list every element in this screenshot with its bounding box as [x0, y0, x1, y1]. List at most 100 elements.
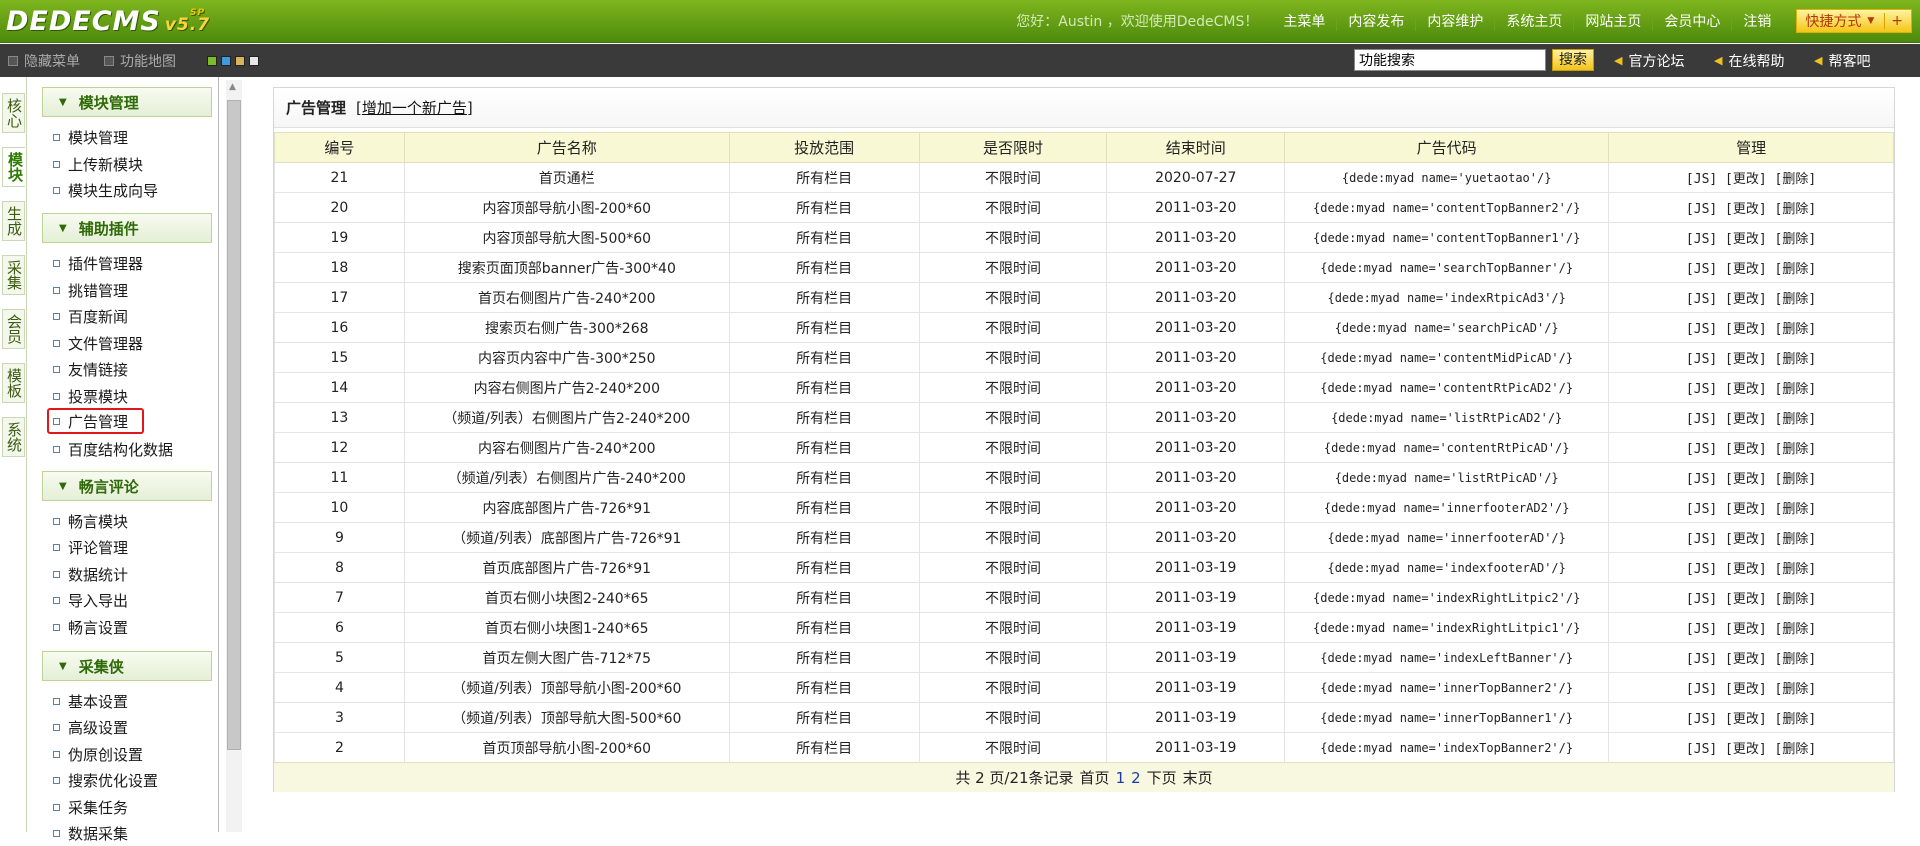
- sidebar-item[interactable]: 采集任务: [49, 794, 128, 820]
- cell-manage[interactable]: [JS] [更改] [删除]: [1608, 522, 1894, 553]
- col-header-scope: 投放范围: [728, 132, 920, 163]
- sidebar-group-plugins[interactable]: ▼ 辅助插件: [42, 213, 212, 243]
- sidebar-item[interactable]: 百度结构化数据: [49, 436, 173, 462]
- cell-manage[interactable]: [JS] [更改] [删除]: [1608, 582, 1894, 613]
- cell-manage[interactable]: [JS] [更改] [删除]: [1608, 192, 1894, 223]
- cell-manage[interactable]: [JS] [更改] [删除]: [1608, 402, 1894, 433]
- sidebar-item[interactable]: 搜索优化设置: [49, 767, 158, 793]
- sidebar-item[interactable]: 文件管理器: [49, 330, 143, 356]
- skin-swatch-blue[interactable]: [221, 56, 231, 66]
- sidebar-item[interactable]: 数据统计: [49, 561, 128, 587]
- tab-system[interactable]: 系统: [2, 417, 25, 457]
- helper-bar-link[interactable]: ◀ 帮客吧: [1814, 44, 1870, 77]
- bullet-icon: [53, 723, 60, 731]
- sidebar-item[interactable]: 插件管理器: [49, 250, 143, 276]
- sidebar-group-module-manage[interactable]: ▼ 模块管理: [42, 87, 212, 117]
- scrollbar-thumb[interactable]: [227, 100, 241, 750]
- chevron-down-icon: ▼: [59, 222, 67, 234]
- cell-manage[interactable]: [JS] [更改] [删除]: [1608, 312, 1894, 343]
- cell-end-time: 2011-03-20: [1106, 252, 1286, 283]
- function-search-input[interactable]: [1354, 49, 1546, 71]
- cell-manage[interactable]: [JS] [更改] [删除]: [1608, 492, 1894, 523]
- cell-manage[interactable]: [JS] [更改] [删除]: [1608, 642, 1894, 673]
- sidebar-item[interactable]: 投票模块: [49, 383, 128, 409]
- cell-manage[interactable]: [JS] [更改] [删除]: [1608, 552, 1894, 583]
- sidebar-item[interactable]: 友情链接: [49, 356, 128, 382]
- cell-manage[interactable]: [JS] [更改] [删除]: [1608, 462, 1894, 493]
- logo-text: DEDECMS: [6, 6, 161, 37]
- cell-name: 首页底部图片广告-726*91: [403, 552, 730, 583]
- nav-content-maintain[interactable]: 内容维护: [1415, 11, 1494, 31]
- nav-system-home[interactable]: 系统主页: [1494, 11, 1573, 31]
- sidebar-item[interactable]: 挑错管理: [49, 277, 128, 303]
- cell-name: （频道/列表）顶部导航小图-200*60: [403, 672, 730, 703]
- pager-page-1[interactable]: 1: [1116, 769, 1126, 787]
- official-forum-link[interactable]: ◀ 官方论坛: [1614, 44, 1684, 77]
- nav-main-menu[interactable]: 主菜单: [1272, 11, 1336, 31]
- cell-manage[interactable]: [JS] [更改] [删除]: [1608, 342, 1894, 373]
- cell-id: 12: [274, 432, 405, 463]
- add-shortcut-button[interactable]: +: [1884, 13, 1903, 29]
- cell-manage[interactable]: [JS] [更改] [删除]: [1608, 162, 1894, 193]
- skin-swatch-tan[interactable]: [235, 56, 245, 66]
- skin-swatch-green[interactable]: [207, 56, 217, 66]
- tab-collect[interactable]: 采集: [2, 255, 25, 295]
- scroll-up-icon[interactable]: ▲: [229, 82, 236, 92]
- sidebar-item-label: 百度结构化数据: [68, 440, 174, 459]
- sidebar-item[interactable]: 畅言模块: [49, 508, 128, 534]
- sidebar-scrollbar[interactable]: ▲: [226, 80, 242, 832]
- cell-id: 5: [274, 642, 405, 673]
- hide-menu-button[interactable]: 隐藏菜单: [8, 44, 80, 77]
- nav-content-publish[interactable]: 内容发布: [1336, 11, 1415, 31]
- bullet-icon: [53, 160, 60, 168]
- sidebar-item[interactable]: 高级设置: [49, 714, 128, 740]
- tab-member[interactable]: 会员: [2, 309, 25, 349]
- cell-manage[interactable]: [JS] [更改] [删除]: [1608, 672, 1894, 703]
- shortcut-dropdown[interactable]: 快捷方式 ▼ +: [1796, 9, 1912, 33]
- cell-manage[interactable]: [JS] [更改] [删除]: [1608, 732, 1894, 763]
- sidebar-item[interactable]: 模块生成向导: [49, 177, 158, 203]
- sidebar-group-changyan[interactable]: ▼ 畅言评论: [42, 471, 212, 501]
- search-button[interactable]: 搜索: [1552, 49, 1594, 71]
- skin-swatch-gray[interactable]: [249, 56, 259, 66]
- sidebar-item[interactable]: 导入导出: [49, 587, 128, 613]
- sidebar-item[interactable]: 数据采集: [49, 820, 128, 846]
- cell-manage[interactable]: [JS] [更改] [删除]: [1608, 612, 1894, 643]
- nav-member-center[interactable]: 会员中心: [1652, 11, 1731, 31]
- cell-manage[interactable]: [JS] [更改] [删除]: [1608, 372, 1894, 403]
- cell-manage[interactable]: [JS] [更改] [删除]: [1608, 282, 1894, 313]
- pager-first[interactable]: 首页: [1080, 767, 1110, 788]
- tab-module[interactable]: 模块: [2, 147, 25, 187]
- bullet-icon: [53, 286, 60, 294]
- sidebar-item-label: 广告管理: [68, 412, 129, 431]
- online-help-label: 在线帮助: [1728, 53, 1785, 70]
- cell-manage[interactable]: [JS] [更改] [删除]: [1608, 252, 1894, 283]
- tab-generate[interactable]: 生成: [2, 201, 25, 241]
- cell-manage[interactable]: [JS] [更改] [删除]: [1608, 432, 1894, 463]
- pager-next[interactable]: 下页: [1147, 767, 1177, 788]
- sidebar-item[interactable]: 评论管理: [49, 534, 128, 560]
- sidebar-item[interactable]: 上传新模块: [49, 151, 143, 177]
- sidebar-item-ad-manage[interactable]: 广告管理: [47, 408, 145, 434]
- sidebar-item[interactable]: 畅言设置: [49, 614, 128, 640]
- add-ad-link[interactable]: 增加一个新广告: [362, 99, 467, 117]
- toolbar: 隐藏菜单 功能地图 搜索 ◀ 官方论坛 ◀ 在线帮助 ◀ 帮客吧: [0, 44, 1920, 77]
- cell-manage[interactable]: [JS] [更改] [删除]: [1608, 222, 1894, 253]
- nav-logout[interactable]: 注销: [1731, 11, 1782, 31]
- sidebar-item[interactable]: 基本设置: [49, 688, 128, 714]
- nav-site-home[interactable]: 网站主页: [1573, 11, 1652, 31]
- pager-last[interactable]: 末页: [1183, 767, 1213, 788]
- tab-core[interactable]: 核心: [2, 93, 25, 133]
- sidebar-item[interactable]: 百度新闻: [49, 303, 128, 329]
- cell-manage[interactable]: [JS] [更改] [删除]: [1608, 702, 1894, 733]
- cell-time-limit: 不限时间: [918, 672, 1108, 703]
- function-map-button[interactable]: 功能地图: [104, 44, 176, 77]
- sidebar-item[interactable]: 模块管理: [49, 124, 128, 150]
- sidebar-item[interactable]: 伪原创设置: [49, 741, 143, 767]
- pager-page-2[interactable]: 2: [1131, 769, 1141, 787]
- online-help-link[interactable]: ◀ 在线帮助: [1714, 44, 1784, 77]
- table-row: 13 （频道/列表）右侧图片广告2-240*200 所有栏目 不限时间 2011-03-…: [274, 402, 1894, 433]
- sidebar-group-collector[interactable]: ▼ 采集侠: [42, 651, 212, 681]
- cell-end-time: 2011-03-20: [1106, 312, 1286, 343]
- tab-template[interactable]: 模板: [2, 363, 25, 403]
